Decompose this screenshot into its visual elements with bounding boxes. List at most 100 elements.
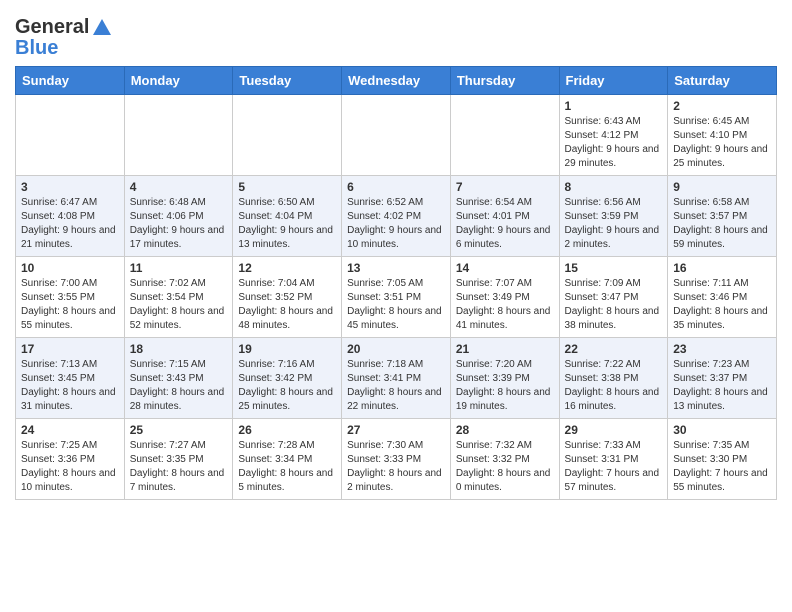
- day-number: 6: [347, 180, 445, 194]
- day-info: Sunrise: 7:22 AM Sunset: 3:38 PM Dayligh…: [565, 358, 663, 414]
- calendar-week-row: 10Sunrise: 7:00 AM Sunset: 3:55 PM Dayli…: [16, 257, 777, 338]
- calendar-day-8: 8Sunrise: 6:56 AM Sunset: 3:59 PM Daylig…: [559, 176, 668, 257]
- day-number: 8: [565, 180, 663, 194]
- day-info: Sunrise: 7:23 AM Sunset: 3:37 PM Dayligh…: [673, 358, 771, 414]
- day-number: 4: [130, 180, 228, 194]
- day-info: Sunrise: 7:09 AM Sunset: 3:47 PM Dayligh…: [565, 277, 663, 333]
- calendar-day-25: 25Sunrise: 7:27 AM Sunset: 3:35 PM Dayli…: [124, 419, 233, 500]
- calendar-day-21: 21Sunrise: 7:20 AM Sunset: 3:39 PM Dayli…: [450, 338, 559, 419]
- calendar-day-27: 27 Sunrise: 7:30 AM Sunset: 3:33 PM Dayli…: [342, 419, 451, 500]
- day-number: 10: [21, 261, 119, 275]
- page-header: General Blue: [15, 10, 777, 60]
- day-number: 22: [565, 342, 663, 356]
- calendar-week-row: 17Sunrise: 7:13 AM Sunset: 3:45 PM Dayli…: [16, 338, 777, 419]
- day-info: Sunrise: 7:25 AM Sunset: 3:36 PM Dayligh…: [21, 439, 119, 495]
- calendar-day-2: 2 Sunrise: 6:45 AM Sunset: 4:10 PM Daylig…: [668, 95, 777, 176]
- day-number: 12: [238, 261, 336, 275]
- calendar-day-4: 4 Sunrise: 6:48 AM Sunset: 4:06 PM Daylig…: [124, 176, 233, 257]
- calendar-empty-cell: [450, 95, 559, 176]
- day-number: 18: [130, 342, 228, 356]
- weekday-header-saturday: Saturday: [668, 67, 777, 95]
- day-info: Sunrise: 6:50 AM Sunset: 4:04 PM Dayligh…: [238, 196, 336, 252]
- calendar-day-14: 14 Sunrise: 7:07 AM Sunset: 3:49 PM Dayli…: [450, 257, 559, 338]
- day-info: Sunrise: 7:15 AM Sunset: 3:43 PM Dayligh…: [130, 358, 228, 414]
- calendar-day-24: 24 Sunrise: 7:25 AM Sunset: 3:36 PM Dayli…: [16, 419, 125, 500]
- day-info: Sunrise: 7:18 AM Sunset: 3:41 PM Dayligh…: [347, 358, 445, 414]
- weekday-header-sunday: Sunday: [16, 67, 125, 95]
- day-number: 24: [21, 423, 119, 437]
- calendar-empty-cell: [342, 95, 451, 176]
- calendar-day-28: 28Sunrise: 7:32 AM Sunset: 3:32 PM Dayli…: [450, 419, 559, 500]
- calendar-day-3: 3 Sunrise: 6:47 AM Sunset: 4:08 PM Daylig…: [16, 176, 125, 257]
- day-number: 7: [456, 180, 554, 194]
- calendar-day-20: 20 Sunrise: 7:18 AM Sunset: 3:41 PM Dayli…: [342, 338, 451, 419]
- calendar-day-7: 7 Sunrise: 6:54 AM Sunset: 4:01 PM Daylig…: [450, 176, 559, 257]
- calendar-day-26: 26 Sunrise: 7:28 AM Sunset: 3:34 PM Dayli…: [233, 419, 342, 500]
- day-info: Sunrise: 7:07 AM Sunset: 3:49 PM Dayligh…: [456, 277, 554, 333]
- logo-general-text: General: [15, 16, 89, 39]
- calendar-day-16: 16 Sunrise: 7:11 AM Sunset: 3:46 PM Dayli…: [668, 257, 777, 338]
- calendar-table: SundayMondayTuesdayWednesdayThursdayFrid…: [15, 66, 777, 500]
- logo-icon: [91, 17, 113, 39]
- day-info: Sunrise: 6:58 AM Sunset: 3:57 PM Dayligh…: [673, 196, 771, 252]
- day-info: Sunrise: 7:05 AM Sunset: 3:51 PM Dayligh…: [347, 277, 445, 333]
- calendar-day-13: 13 Sunrise: 7:05 AM Sunset: 3:51 PM Dayli…: [342, 257, 451, 338]
- day-number: 16: [673, 261, 771, 275]
- day-number: 13: [347, 261, 445, 275]
- day-number: 27: [347, 423, 445, 437]
- day-number: 17: [21, 342, 119, 356]
- calendar-day-5: 5 Sunrise: 6:50 AM Sunset: 4:04 PM Daylig…: [233, 176, 342, 257]
- day-number: 23: [673, 342, 771, 356]
- calendar-empty-cell: [233, 95, 342, 176]
- day-number: 3: [21, 180, 119, 194]
- calendar-week-row: 3 Sunrise: 6:47 AM Sunset: 4:08 PM Daylig…: [16, 176, 777, 257]
- day-number: 25: [130, 423, 228, 437]
- calendar-day-12: 12 Sunrise: 7:04 AM Sunset: 3:52 PM Dayli…: [233, 257, 342, 338]
- weekday-header-friday: Friday: [559, 67, 668, 95]
- day-info: Sunrise: 7:04 AM Sunset: 3:52 PM Dayligh…: [238, 277, 336, 333]
- day-number: 9: [673, 180, 771, 194]
- calendar-header-row: SundayMondayTuesdayWednesdayThursdayFrid…: [16, 67, 777, 95]
- day-number: 20: [347, 342, 445, 356]
- calendar-empty-cell: [16, 95, 125, 176]
- calendar-week-row: 1 Sunrise: 6:43 AM Sunset: 4:12 PM Daylig…: [16, 95, 777, 176]
- day-number: 14: [456, 261, 554, 275]
- calendar-day-11: 11 Sunrise: 7:02 AM Sunset: 3:54 PM Dayli…: [124, 257, 233, 338]
- day-number: 5: [238, 180, 336, 194]
- day-info: Sunrise: 7:20 AM Sunset: 3:39 PM Dayligh…: [456, 358, 554, 414]
- weekday-header-wednesday: Wednesday: [342, 67, 451, 95]
- calendar-day-1: 1 Sunrise: 6:43 AM Sunset: 4:12 PM Daylig…: [559, 95, 668, 176]
- day-info: Sunrise: 7:30 AM Sunset: 3:33 PM Dayligh…: [347, 439, 445, 495]
- day-number: 1: [565, 99, 663, 113]
- calendar-day-15: 15 Sunrise: 7:09 AM Sunset: 3:47 PM Dayli…: [559, 257, 668, 338]
- day-number: 2: [673, 99, 771, 113]
- day-number: 15: [565, 261, 663, 275]
- day-number: 11: [130, 261, 228, 275]
- calendar-day-9: 9 Sunrise: 6:58 AM Sunset: 3:57 PM Daylig…: [668, 176, 777, 257]
- calendar-day-30: 30 Sunrise: 7:35 AM Sunset: 3:30 PM Dayli…: [668, 419, 777, 500]
- calendar-week-row: 24 Sunrise: 7:25 AM Sunset: 3:36 PM Dayli…: [16, 419, 777, 500]
- calendar-day-23: 23 Sunrise: 7:23 AM Sunset: 3:37 PM Dayli…: [668, 338, 777, 419]
- calendar-day-19: 19Sunrise: 7:16 AM Sunset: 3:42 PM Dayli…: [233, 338, 342, 419]
- day-info: Sunrise: 6:48 AM Sunset: 4:06 PM Dayligh…: [130, 196, 228, 252]
- weekday-header-tuesday: Tuesday: [233, 67, 342, 95]
- logo-blue-text: Blue: [15, 37, 58, 60]
- day-info: Sunrise: 7:35 AM Sunset: 3:30 PM Dayligh…: [673, 439, 771, 495]
- day-info: Sunrise: 7:33 AM Sunset: 3:31 PM Dayligh…: [565, 439, 663, 495]
- day-info: Sunrise: 7:11 AM Sunset: 3:46 PM Dayligh…: [673, 277, 771, 333]
- day-info: Sunrise: 7:02 AM Sunset: 3:54 PM Dayligh…: [130, 277, 228, 333]
- logo: General Blue: [15, 10, 113, 60]
- calendar-day-6: 6 Sunrise: 6:52 AM Sunset: 4:02 PM Daylig…: [342, 176, 451, 257]
- day-info: Sunrise: 6:52 AM Sunset: 4:02 PM Dayligh…: [347, 196, 445, 252]
- day-info: Sunrise: 7:28 AM Sunset: 3:34 PM Dayligh…: [238, 439, 336, 495]
- calendar-empty-cell: [124, 95, 233, 176]
- day-number: 30: [673, 423, 771, 437]
- day-number: 26: [238, 423, 336, 437]
- day-info: Sunrise: 6:47 AM Sunset: 4:08 PM Dayligh…: [21, 196, 119, 252]
- calendar-day-18: 18 Sunrise: 7:15 AM Sunset: 3:43 PM Dayli…: [124, 338, 233, 419]
- day-number: 29: [565, 423, 663, 437]
- day-info: Sunrise: 6:54 AM Sunset: 4:01 PM Dayligh…: [456, 196, 554, 252]
- day-info: Sunrise: 6:43 AM Sunset: 4:12 PM Dayligh…: [565, 115, 663, 171]
- day-info: Sunrise: 6:45 AM Sunset: 4:10 PM Dayligh…: [673, 115, 771, 171]
- day-info: Sunrise: 7:16 AM Sunset: 3:42 PM Dayligh…: [238, 358, 336, 414]
